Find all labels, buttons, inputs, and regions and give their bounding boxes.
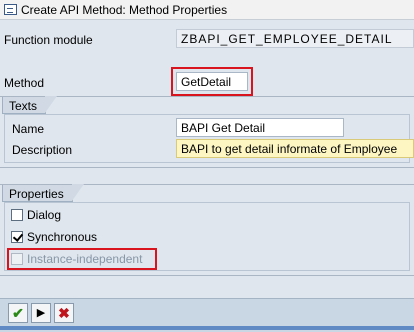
description-label: Description <box>12 143 73 157</box>
method-label: Method <box>4 76 45 90</box>
triangle-right-icon: ▶ <box>36 306 46 319</box>
method-highlight-box <box>171 67 253 96</box>
dialog-checkbox[interactable] <box>11 209 23 221</box>
properties-group-title: Properties <box>2 184 84 202</box>
texts-group-title: Texts <box>2 96 58 114</box>
name-field[interactable]: BAPI Get Detail <box>176 118 344 137</box>
dialog-window: Create API Method: Method Properties Fun… <box>0 0 414 332</box>
bottom-accent-bar <box>0 326 414 330</box>
check-icon: ✔ <box>12 305 24 321</box>
cross-icon: ✖ <box>58 305 70 321</box>
function-module-label: Function module <box>4 33 93 47</box>
synchronous-option[interactable]: Synchronous <box>11 230 97 244</box>
dialog-label: Dialog <box>27 208 62 222</box>
synchronous-checkbox[interactable] <box>11 231 23 243</box>
synchronous-label: Synchronous <box>27 230 98 244</box>
button-toolbar: ✔ ▶ ✖ <box>0 298 414 332</box>
instance-independent-highlight-box <box>7 248 157 270</box>
title-bar: Create API Method: Method Properties <box>0 0 414 20</box>
description-field[interactable]: BAPI to get detail informate of Employee <box>176 139 414 158</box>
next-button[interactable]: ▶ <box>31 303 51 323</box>
window-icon <box>4 4 17 15</box>
continue-button[interactable]: ✔ <box>8 303 28 323</box>
dialog-option[interactable]: Dialog <box>11 208 61 222</box>
function-module-field: ZBAPI_GET_EMPLOYEE_DETAIL <box>176 29 414 48</box>
cancel-button[interactable]: ✖ <box>54 303 74 323</box>
window-title: Create API Method: Method Properties <box>21 2 228 17</box>
name-label: Name <box>12 122 45 136</box>
